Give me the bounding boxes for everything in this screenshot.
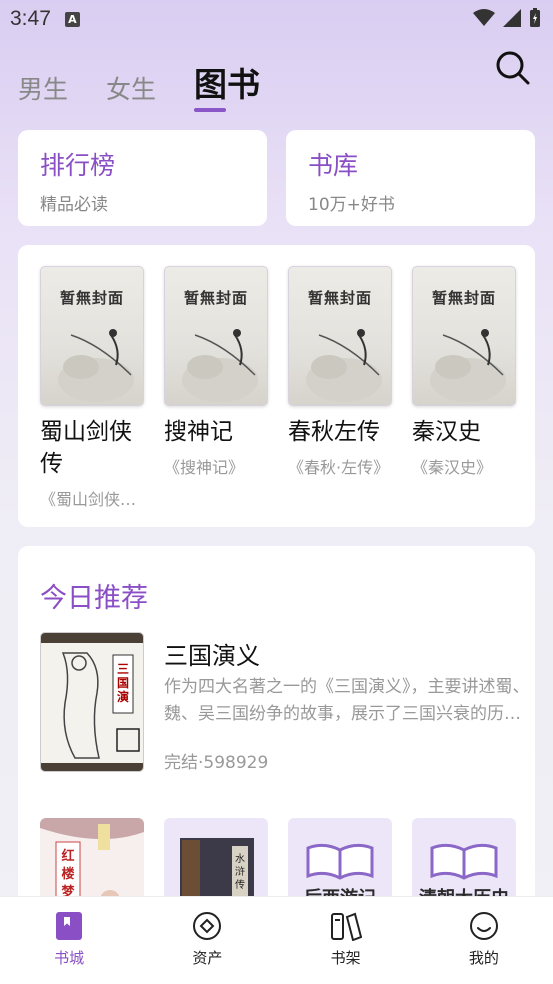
recommended-book-meta: 完结·598929 bbox=[164, 753, 269, 773]
library-card[interactable]: 书库 10万+好书 bbox=[286, 130, 535, 226]
recommend-panel: 今日推荐 三 国 演 三国演义 作为四大名著之一的《三国演义》，主要讲述蜀、魏、… bbox=[18, 546, 535, 926]
book-title: 蜀山剑侠传 bbox=[40, 419, 132, 477]
signal-icon bbox=[503, 9, 521, 27]
svg-text:演: 演 bbox=[117, 689, 129, 704]
book-cover: 暂無封面 bbox=[288, 266, 392, 406]
wifi-icon bbox=[473, 9, 495, 26]
nav-bookstore[interactable]: 书城 bbox=[0, 897, 138, 984]
recommended-book-intro: 作为四大名著之一的《三国演义》，主要讲述蜀、魏、吴三国纷争的故事，展示了三国兴衰… bbox=[164, 677, 530, 724]
book-cover: 暂無封面 bbox=[412, 266, 516, 406]
library-subtitle: 10万+好书 bbox=[308, 195, 395, 215]
nav-label: 资产 bbox=[192, 949, 223, 967]
top-tab-bar: 男生 女生 图书 bbox=[18, 56, 260, 112]
coin-icon bbox=[193, 912, 222, 940]
open-book-icon bbox=[430, 843, 498, 880]
tab-books[interactable]: 图书 bbox=[194, 58, 260, 112]
search-button[interactable] bbox=[495, 50, 531, 86]
smile-icon bbox=[469, 912, 498, 940]
book-desc: 《秦汉史》 bbox=[412, 458, 493, 477]
svg-text:水: 水 bbox=[235, 853, 245, 865]
svg-text:传: 传 bbox=[235, 879, 245, 891]
ranking-subtitle: 精品必读 bbox=[40, 195, 108, 215]
book-desc: 《搜神记》 bbox=[164, 458, 245, 477]
placeholder-ink-painting bbox=[58, 329, 134, 402]
recommended-book[interactable]: 三 国 演 三国演义 作为四大名著之一的《三国演义》，主要讲述蜀、魏、吴三国纷争… bbox=[40, 632, 530, 774]
sanguo-cover-art: 三 国 演 bbox=[41, 633, 143, 771]
battery-icon bbox=[530, 8, 540, 27]
bookshelf-icon bbox=[330, 912, 362, 941]
svg-text:国: 国 bbox=[117, 676, 129, 690]
svg-text:楼: 楼 bbox=[61, 866, 74, 882]
nav-assets[interactable]: 资产 bbox=[138, 897, 276, 984]
nav-label: 书架 bbox=[330, 949, 361, 967]
ranking-title: 排行榜 bbox=[40, 151, 116, 180]
nav-profile[interactable]: 我的 bbox=[415, 897, 553, 984]
nav-label: 我的 bbox=[468, 949, 499, 967]
book-cover: 暂無封面 bbox=[40, 266, 144, 406]
recommended-book-title: 三国演义 bbox=[164, 642, 260, 670]
placeholder-ink-painting bbox=[430, 329, 506, 402]
book-desc: 《蜀山剑侠传》 bbox=[40, 490, 144, 509]
svg-text:红: 红 bbox=[61, 848, 74, 864]
featured-books-panel: 暂無封面 蜀山剑侠传 《蜀山剑侠传》 暂無封面 搜神记 《搜神记》 暂無封面 春… bbox=[18, 245, 535, 527]
book-desc: 《春秋·左传》 bbox=[288, 458, 390, 477]
status-time: 3:47 bbox=[10, 7, 51, 30]
recommended-book-cover: 三 国 演 bbox=[40, 632, 144, 772]
ranking-card[interactable]: 排行榜 精品必读 bbox=[18, 130, 267, 226]
status-bar: 3:47 A bbox=[0, 0, 553, 38]
svg-text:三: 三 bbox=[117, 662, 129, 676]
book-title: 搜神记 bbox=[164, 419, 233, 445]
placeholder-ink-painting bbox=[182, 329, 258, 402]
tab-male[interactable]: 男生 bbox=[18, 70, 68, 106]
status-icons bbox=[473, 8, 541, 28]
svg-text:浒: 浒 bbox=[235, 865, 245, 878]
nav-bookshelf[interactable]: 书架 bbox=[277, 897, 415, 984]
book-title: 春秋左传 bbox=[288, 419, 380, 445]
recommend-heading: 今日推荐 bbox=[40, 583, 148, 614]
bottom-nav: 书城 资产 书架 我的 bbox=[0, 896, 553, 984]
search-icon bbox=[496, 51, 530, 85]
open-book-icon bbox=[306, 843, 374, 880]
bookstore-icon bbox=[56, 912, 83, 940]
notification-a-icon: A bbox=[64, 11, 80, 27]
book-cover: 暂無封面 bbox=[164, 266, 268, 406]
book-title: 秦汉史 bbox=[412, 419, 481, 445]
nav-label: 书城 bbox=[54, 949, 85, 967]
tab-female[interactable]: 女生 bbox=[106, 70, 156, 106]
library-title: 书库 bbox=[308, 151, 359, 180]
placeholder-ink-painting bbox=[306, 329, 382, 402]
